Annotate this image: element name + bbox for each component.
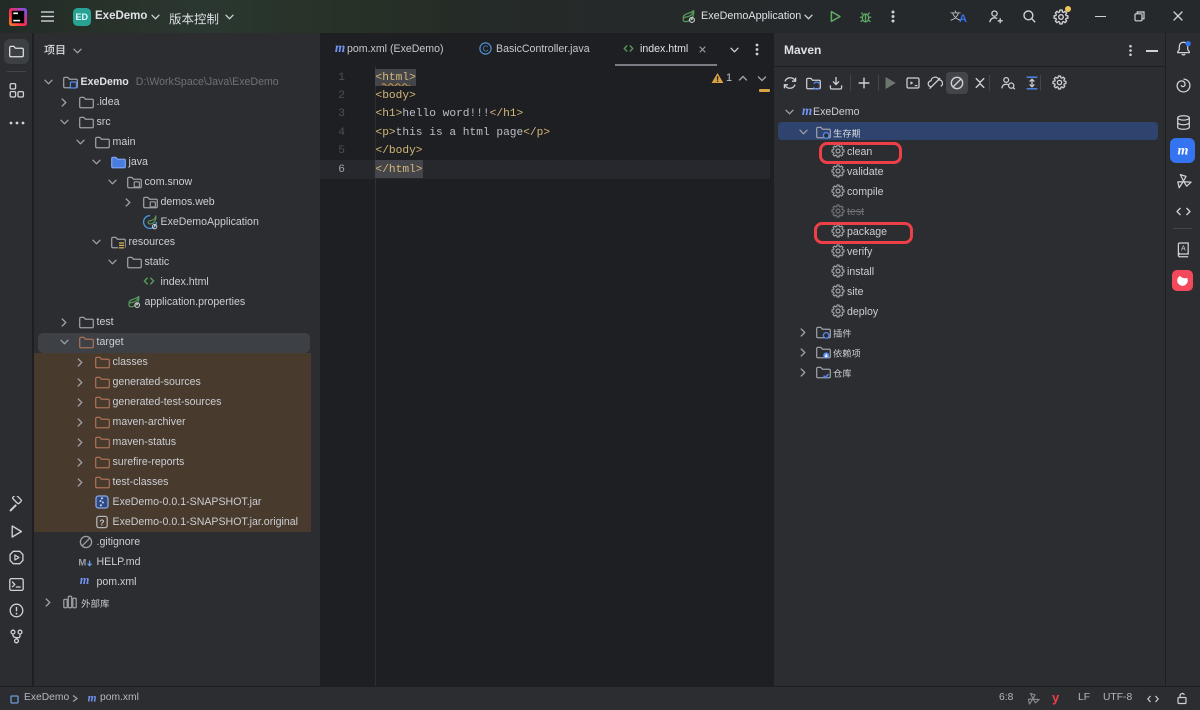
- svg-text:M: M: [78, 558, 86, 569]
- svg-text:m: m: [335, 41, 345, 55]
- svg-text:?: ?: [99, 517, 104, 527]
- svg-text:A: A: [1181, 246, 1186, 253]
- svg-text:m: m: [80, 574, 90, 587]
- svg-text:m: m: [1178, 144, 1189, 159]
- svg-text:m: m: [802, 104, 812, 118]
- svg-text:C: C: [483, 45, 489, 54]
- svg-text:m: m: [88, 692, 97, 704]
